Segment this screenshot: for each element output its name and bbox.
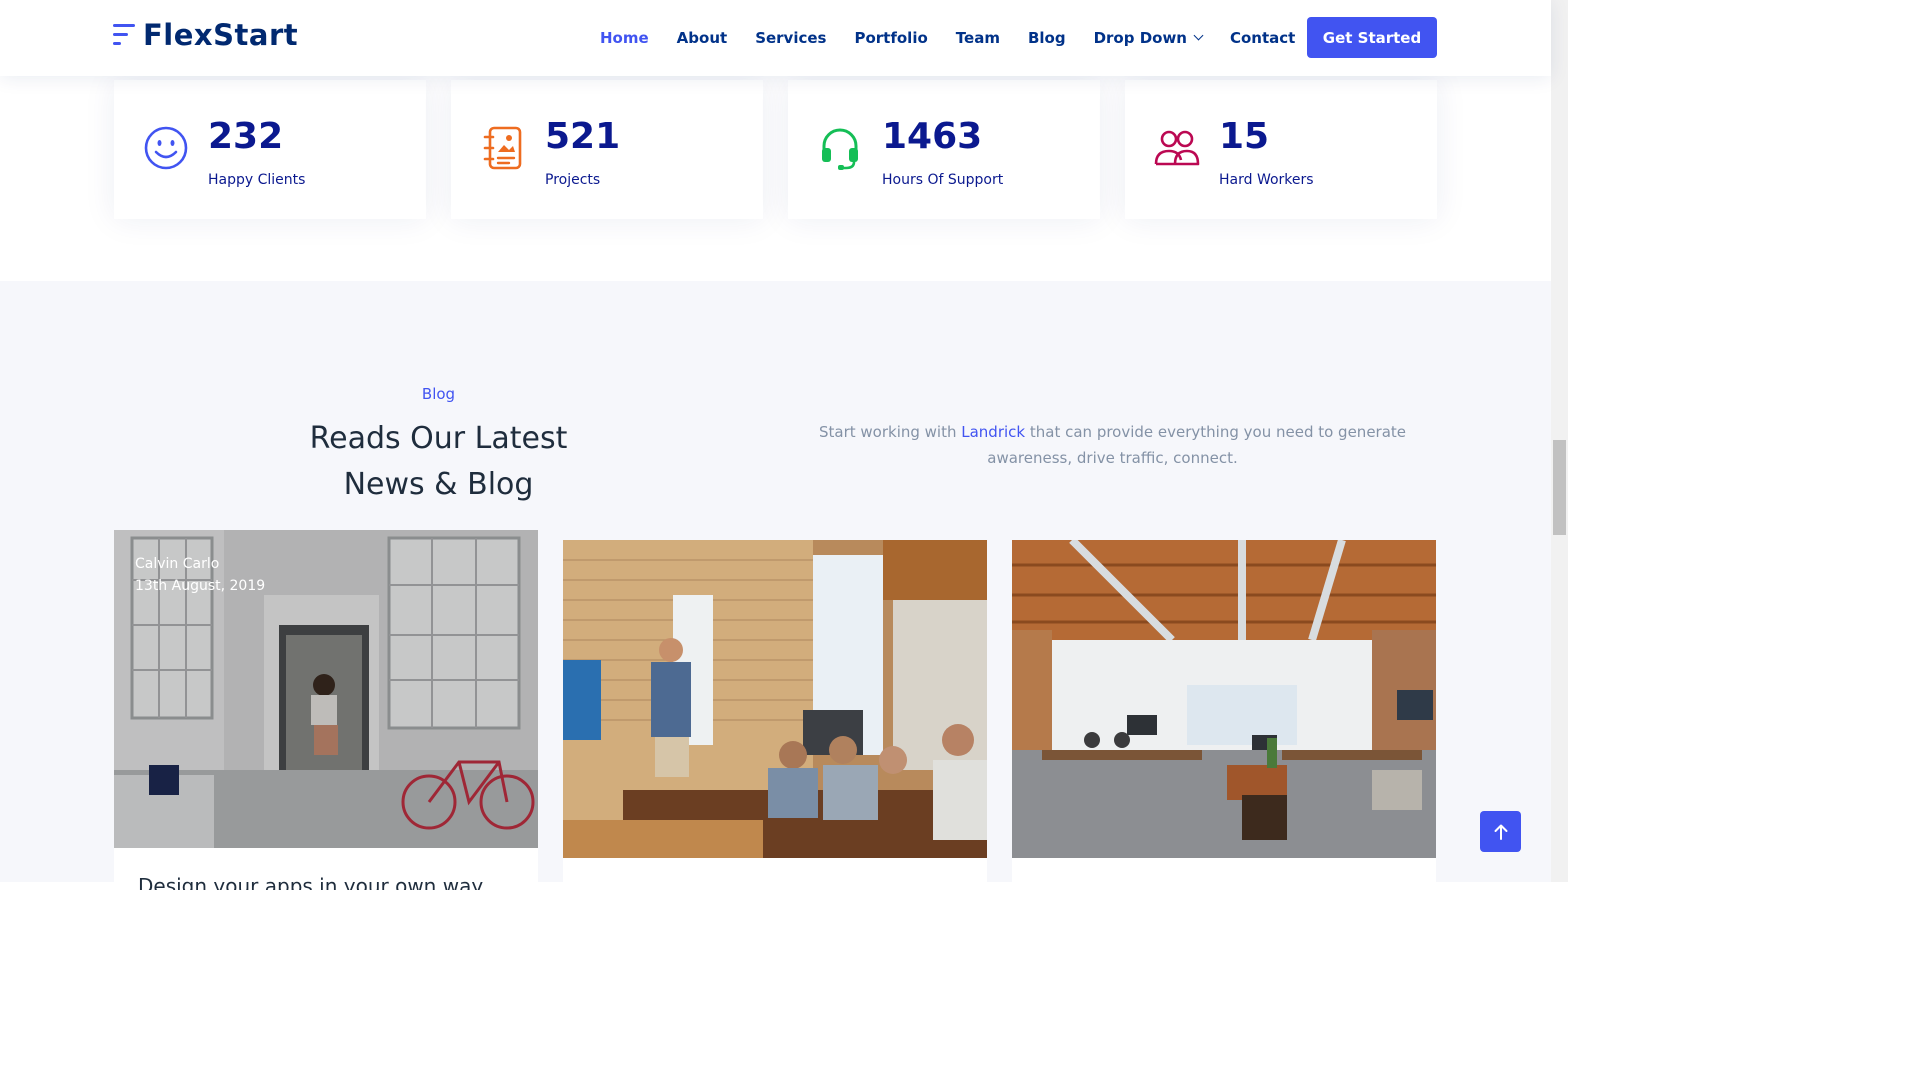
post-author: Calvin Carlo [135, 556, 220, 572]
scrollbar-thumb[interactable] [1553, 440, 1566, 535]
arrow-up-icon [1494, 824, 1507, 840]
desc-text: that can provide everything you need to … [987, 423, 1407, 467]
nav-contact[interactable]: Contact [1230, 29, 1295, 47]
get-started-button[interactable]: Get Started [1307, 17, 1437, 58]
nav-blog[interactable]: Blog [1028, 29, 1066, 47]
desc-text: Start working with [818, 423, 962, 441]
section-title-line2: News & Blog [343, 467, 534, 502]
post-title[interactable]: Design your apps in your own way [138, 874, 483, 890]
count-label: Happy Clients [208, 172, 306, 188]
count-box-clients: 232 Happy Clients [114, 80, 426, 219]
logo-icon [113, 20, 137, 50]
count-label: Projects [545, 172, 601, 188]
nav-team[interactable]: Team [956, 29, 1000, 47]
nav-portfolio[interactable]: Portfolio [854, 29, 927, 47]
desc-highlight-link[interactable]: Landrick [961, 423, 1025, 441]
post-meta: Calvin Carlo 13th August, 2019 [135, 553, 265, 597]
nav-services[interactable]: Services [755, 29, 826, 47]
count-box-projects: 521 Projects [451, 80, 763, 219]
blog-card[interactable]: Calvin Carlo 13th August, 2019 Design yo… [114, 530, 538, 890]
logo-text: FlexStart [143, 18, 299, 52]
nav-home[interactable]: Home [600, 29, 649, 47]
count-box-support: 1463 Hours Of Support [788, 80, 1100, 219]
main-nav: Home About Services Portfolio Team Blog … [586, 17, 1309, 58]
blog-image[interactable] [1012, 540, 1436, 858]
chevron-down-icon [1193, 30, 1204, 41]
logo[interactable]: FlexStart [113, 18, 298, 52]
section-description: Start working with Landrick that can pro… [810, 419, 1415, 471]
headset-icon [822, 128, 858, 170]
section-tag: Blog [421, 385, 456, 403]
count-label: Hard Workers [1219, 172, 1314, 188]
section-title-line1: Reads Our Latest [309, 421, 568, 456]
count-value: 521 [545, 116, 621, 157]
nav-dropdown-label: Drop Down [1093, 28, 1187, 47]
blog-image[interactable] [563, 540, 987, 858]
post-date: 13th August, 2019 [135, 578, 266, 594]
counts-section: 232 Happy Clients 521 Projects 1463 Hour… [0, 76, 1551, 281]
count-value: 15 [1219, 116, 1270, 157]
people-icon [1154, 130, 1200, 166]
back-to-top-button[interactable] [1480, 811, 1521, 852]
site-header: FlexStart Home About Services Portfolio … [0, 0, 1551, 76]
count-label: Hours Of Support [882, 172, 1004, 188]
count-value: 232 [208, 116, 284, 157]
nav-about[interactable]: About [677, 29, 728, 47]
blog-card[interactable] [563, 540, 987, 890]
count-box-workers: 15 Hard Workers [1125, 80, 1437, 219]
nav-dropdown[interactable]: Drop Down [1093, 28, 1204, 47]
count-value: 1463 [882, 116, 983, 157]
blog-section: Blog Reads Our Latest News & Blog Start … [0, 281, 1551, 890]
blog-card[interactable] [1012, 540, 1436, 890]
section-title: Reads Our Latest News & Blog [300, 416, 577, 508]
emoji-smile-icon [144, 126, 188, 170]
journal-richtext-icon [483, 126, 522, 170]
